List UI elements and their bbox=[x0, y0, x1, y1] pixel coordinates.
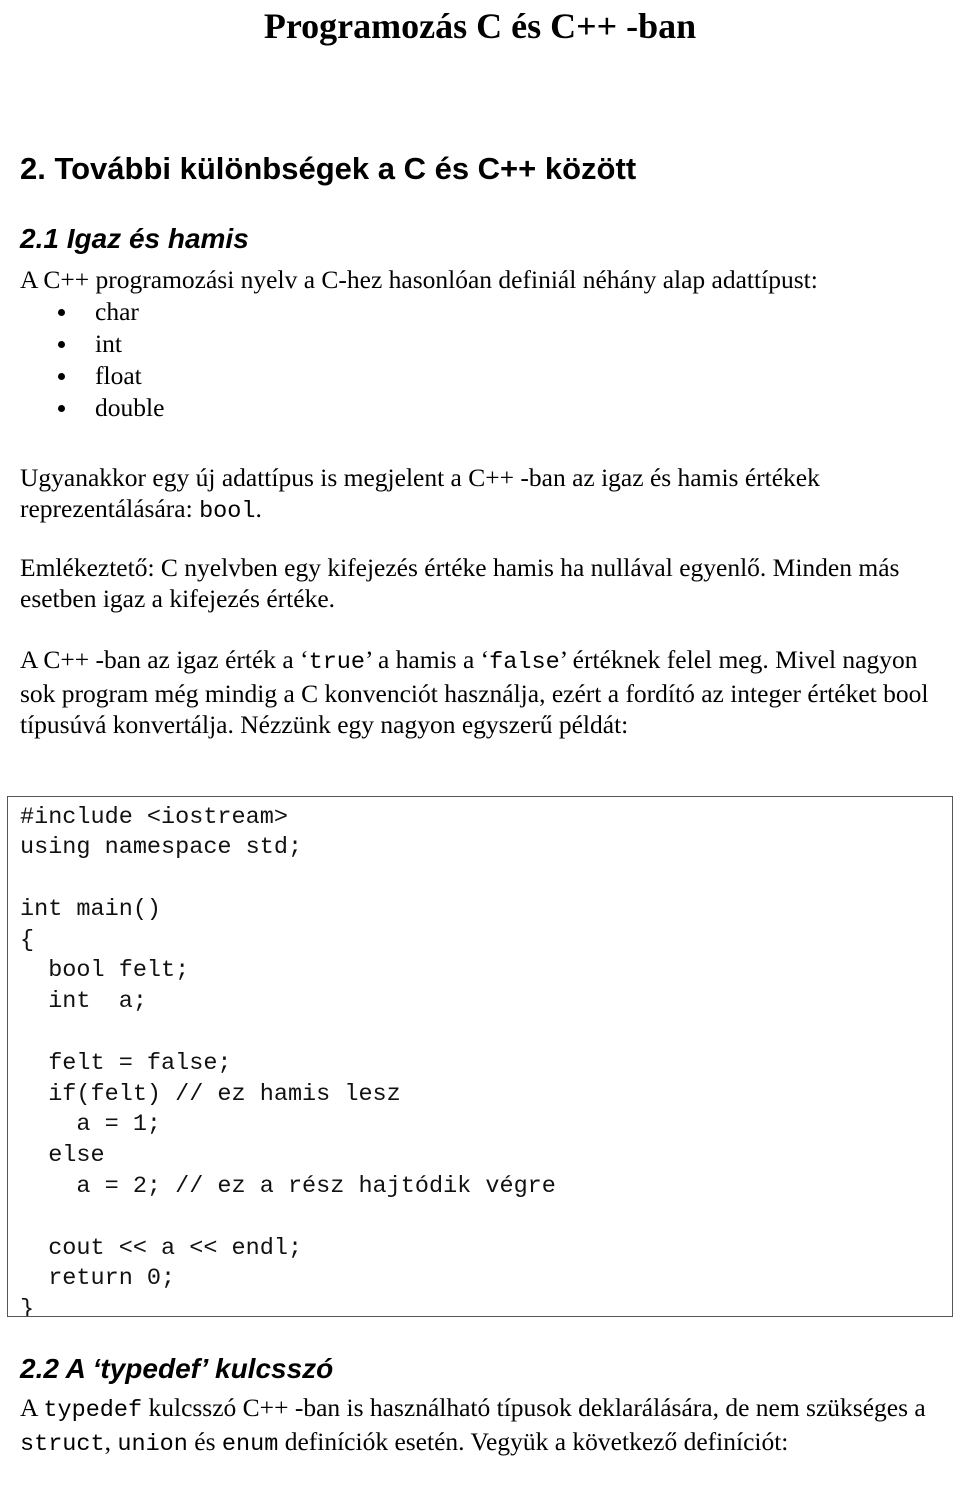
paragraph-text-segment: definíciók esetén. Vegyük a következő de… bbox=[278, 1427, 789, 1456]
paragraph-text-segment: . bbox=[255, 494, 262, 523]
document-page: Programozás C és C++ -ban 2. További kül… bbox=[0, 0, 960, 1487]
paragraph-text-segment: A bbox=[20, 1393, 44, 1422]
paragraph-text-segment: és bbox=[187, 1427, 222, 1456]
list-item: char bbox=[0, 296, 164, 328]
paragraph-text-segment: ’ a hamis a ‘ bbox=[365, 645, 490, 674]
list-item-label: int bbox=[95, 329, 122, 358]
document-title: Programozás C és C++ -ban bbox=[263, 6, 697, 46]
datatype-bullet-list: char int float double bbox=[0, 296, 164, 424]
list-item-label: float bbox=[95, 361, 142, 390]
list-item-label: double bbox=[95, 393, 165, 422]
paragraph-bool-type: Ugyanakkor egy új adattípus is megjelent… bbox=[20, 462, 900, 527]
list-item: int bbox=[0, 328, 164, 360]
bullet-dot-icon bbox=[58, 309, 65, 316]
inline-code-struct: struct bbox=[20, 1431, 105, 1458]
inline-code-union: union bbox=[117, 1431, 188, 1458]
bullet-dot-icon bbox=[58, 373, 65, 380]
chapter-heading: 2. További különbségek a C és C++ között bbox=[20, 151, 637, 186]
inline-code-typedef: typedef bbox=[43, 1397, 143, 1424]
paragraph-reminder: Emlékeztető: C nyelvben egy kifejezés ér… bbox=[20, 553, 900, 613]
paragraph-intro-datatypes: A C++ programozási nyelv a C-hez hasonló… bbox=[20, 265, 818, 294]
bullet-dot-icon bbox=[58, 341, 65, 348]
list-item-label: char bbox=[95, 297, 139, 326]
inline-code-true: true bbox=[308, 649, 366, 676]
inline-code-bool: bool bbox=[199, 498, 256, 525]
paragraph-true-false: A C++ -ban az igaz érték a ‘true’ a hami… bbox=[20, 644, 935, 740]
paragraph-text-segment: A C++ -ban az igaz érték a ‘ bbox=[20, 645, 309, 674]
section-heading-igaz-es-hamis: 2.1 Igaz és hamis bbox=[20, 223, 249, 254]
list-item: float bbox=[0, 360, 164, 392]
paragraph-text-segment: kulcsszó C++ -ban is használható típusok… bbox=[142, 1393, 926, 1422]
inline-code-false: false bbox=[489, 649, 560, 676]
paragraph-typedef: A typedef kulcsszó C++ -ban is használha… bbox=[20, 1392, 940, 1460]
list-item: double bbox=[0, 392, 164, 424]
bullet-dot-icon bbox=[58, 405, 65, 412]
paragraph-text-segment: , bbox=[104, 1427, 118, 1456]
paragraph-text-segment: Ugyanakkor egy új adattípus is megjelent… bbox=[20, 463, 820, 523]
inline-code-enum: enum bbox=[221, 1431, 279, 1458]
section-heading-typedef: 2.2 A ‘typedef’ kulcsszó bbox=[20, 1353, 334, 1384]
code-example-block: #include <iostream> using namespace std;… bbox=[7, 795, 953, 1317]
